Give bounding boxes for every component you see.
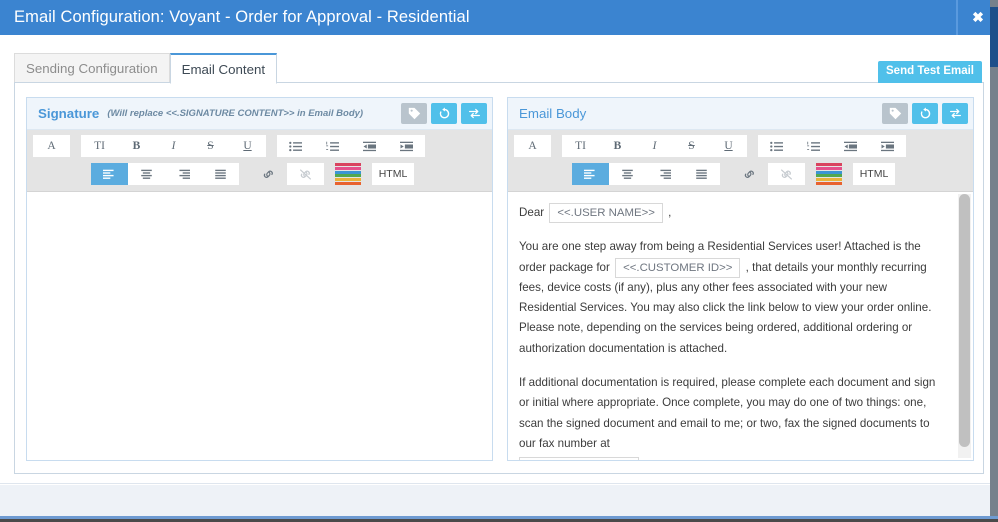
underline-icon[interactable]: U bbox=[229, 135, 266, 157]
strikethrough-icon[interactable]: S bbox=[673, 135, 710, 157]
email-body-toolbar: A TΙ B I S U bbox=[508, 130, 973, 192]
tag-icon[interactable] bbox=[401, 103, 427, 124]
email-paragraph-intro: You are one step away from being a Resid… bbox=[519, 237, 947, 359]
signature-editor[interactable] bbox=[27, 192, 492, 460]
send-test-email-button[interactable]: Send Test Email bbox=[878, 61, 982, 84]
font-size-icon[interactable]: TΙ bbox=[562, 135, 599, 157]
italic-icon[interactable]: I bbox=[636, 135, 673, 157]
link-icon[interactable] bbox=[731, 163, 768, 185]
dialog-footer: Cancel Save Changes bbox=[0, 484, 998, 520]
align-justify-icon[interactable] bbox=[683, 163, 720, 185]
email-paragraph-documentation: If additional documentation is required,… bbox=[519, 373, 947, 460]
align-left-icon[interactable] bbox=[572, 163, 609, 185]
editor-panels: Signature (Will replace <<.SIGNATURE CON… bbox=[26, 97, 974, 461]
signature-toolbar: A TΙ B I S U bbox=[27, 130, 492, 192]
undo-icon[interactable] bbox=[912, 103, 938, 124]
swap-icon[interactable] bbox=[942, 103, 968, 124]
tab-strip: Sending Configuration Email Content bbox=[0, 35, 998, 83]
list-group bbox=[758, 135, 906, 157]
list-group bbox=[277, 135, 425, 157]
align-center-icon[interactable] bbox=[609, 163, 646, 185]
font-family-icon[interactable]: A bbox=[33, 135, 70, 157]
outdent-icon[interactable] bbox=[351, 135, 388, 157]
page-scrollbar[interactable] bbox=[990, 0, 998, 516]
signature-panel-note: (Will replace <<.SIGNATURE CONTENT>> in … bbox=[107, 108, 363, 119]
signature-editor-content bbox=[27, 192, 492, 211]
link-group bbox=[731, 163, 805, 185]
email-body-panel: Email Body A bbox=[507, 97, 974, 461]
bold-icon[interactable]: B bbox=[118, 135, 155, 157]
font-size-icon[interactable]: TΙ bbox=[81, 135, 118, 157]
text-style-group: A bbox=[33, 135, 70, 157]
html-group: HTML bbox=[853, 163, 895, 185]
strikethrough-icon[interactable]: S bbox=[192, 135, 229, 157]
email-body-toolbar-row-1: A TΙ B I S U bbox=[514, 135, 967, 157]
underline-icon[interactable]: U bbox=[710, 135, 747, 157]
ordered-list-icon[interactable] bbox=[795, 135, 832, 157]
outdent-icon[interactable] bbox=[832, 135, 869, 157]
signature-toolbar-row-2: HTML bbox=[33, 163, 486, 185]
greeting-text: Dear bbox=[519, 206, 544, 219]
signature-panel-header: Signature (Will replace <<.SIGNATURE CON… bbox=[27, 98, 492, 130]
email-body-toolbar-row-2: HTML bbox=[514, 163, 967, 185]
email-content-card: Signature (Will replace <<.SIGNATURE CON… bbox=[14, 83, 984, 474]
unlink-icon[interactable] bbox=[287, 163, 324, 185]
email-body-scrollbar-thumb[interactable] bbox=[959, 194, 970, 447]
html-source-button[interactable]: HTML bbox=[372, 163, 414, 185]
indent-icon[interactable] bbox=[388, 135, 425, 157]
tab-email-content[interactable]: Email Content bbox=[170, 53, 278, 84]
page-scrollbar-thumb[interactable] bbox=[990, 7, 998, 67]
merge-token-fax-number[interactable]: <<.FAX NUMBER>> bbox=[519, 457, 639, 460]
signature-panel-title: Signature bbox=[38, 106, 99, 121]
email-body-panel-header: Email Body bbox=[508, 98, 973, 130]
dialog-title: Email Configuration: Voyant - Order for … bbox=[0, 8, 470, 27]
indent-icon[interactable] bbox=[869, 135, 906, 157]
swap-icon[interactable] bbox=[461, 103, 487, 124]
email-body-scrollbar[interactable] bbox=[958, 194, 971, 458]
signature-toolbar-row-1: A TΙ B I S U bbox=[33, 135, 486, 157]
align-left-icon[interactable] bbox=[91, 163, 128, 185]
unordered-list-icon[interactable] bbox=[277, 135, 314, 157]
dialog-titlebar: Email Configuration: Voyant - Order for … bbox=[0, 0, 998, 35]
html-group: HTML bbox=[372, 163, 414, 185]
unlink-icon[interactable] bbox=[768, 163, 805, 185]
email-body-editor[interactable]: Dear <<.USER NAME>> , You are one step a… bbox=[508, 192, 973, 460]
greeting-comma: , bbox=[668, 206, 671, 219]
align-justify-icon[interactable] bbox=[202, 163, 239, 185]
tag-icon[interactable] bbox=[882, 103, 908, 124]
unordered-list-icon[interactable] bbox=[758, 135, 795, 157]
tab-list: Sending Configuration Email Content bbox=[14, 53, 277, 83]
undo-icon[interactable] bbox=[431, 103, 457, 124]
align-group bbox=[91, 163, 239, 185]
font-family-icon[interactable]: A bbox=[514, 135, 551, 157]
merge-token-user-name[interactable]: <<.USER NAME>> bbox=[549, 203, 663, 223]
ordered-list-icon[interactable] bbox=[314, 135, 351, 157]
email-body-editor-content: Dear <<.USER NAME>> , You are one step a… bbox=[508, 192, 973, 460]
email-paragraph-greeting: Dear <<.USER NAME>> , bbox=[519, 203, 947, 223]
format-group: TΙ B I S U bbox=[562, 135, 747, 157]
italic-icon[interactable]: I bbox=[155, 135, 192, 157]
signature-panel: Signature (Will replace <<.SIGNATURE CON… bbox=[26, 97, 493, 461]
tab-sending-configuration[interactable]: Sending Configuration bbox=[14, 53, 170, 83]
text-style-group: A bbox=[514, 135, 551, 157]
link-group bbox=[250, 163, 324, 185]
email-body-panel-title: Email Body bbox=[519, 106, 586, 121]
documentation-text: If additional documentation is required,… bbox=[519, 376, 935, 450]
align-right-icon[interactable] bbox=[646, 163, 683, 185]
format-group: TΙ B I S U bbox=[81, 135, 266, 157]
bold-icon[interactable]: B bbox=[599, 135, 636, 157]
align-group bbox=[572, 163, 720, 185]
color-palette-icon[interactable] bbox=[335, 163, 361, 185]
html-source-button[interactable]: HTML bbox=[853, 163, 895, 185]
color-palette-icon[interactable] bbox=[816, 163, 842, 185]
merge-token-customer-id[interactable]: <<.CUSTOMER ID>> bbox=[615, 258, 740, 278]
align-center-icon[interactable] bbox=[128, 163, 165, 185]
link-icon[interactable] bbox=[250, 163, 287, 185]
align-right-icon[interactable] bbox=[165, 163, 202, 185]
email-configuration-dialog: Email Configuration: Voyant - Order for … bbox=[0, 0, 998, 522]
